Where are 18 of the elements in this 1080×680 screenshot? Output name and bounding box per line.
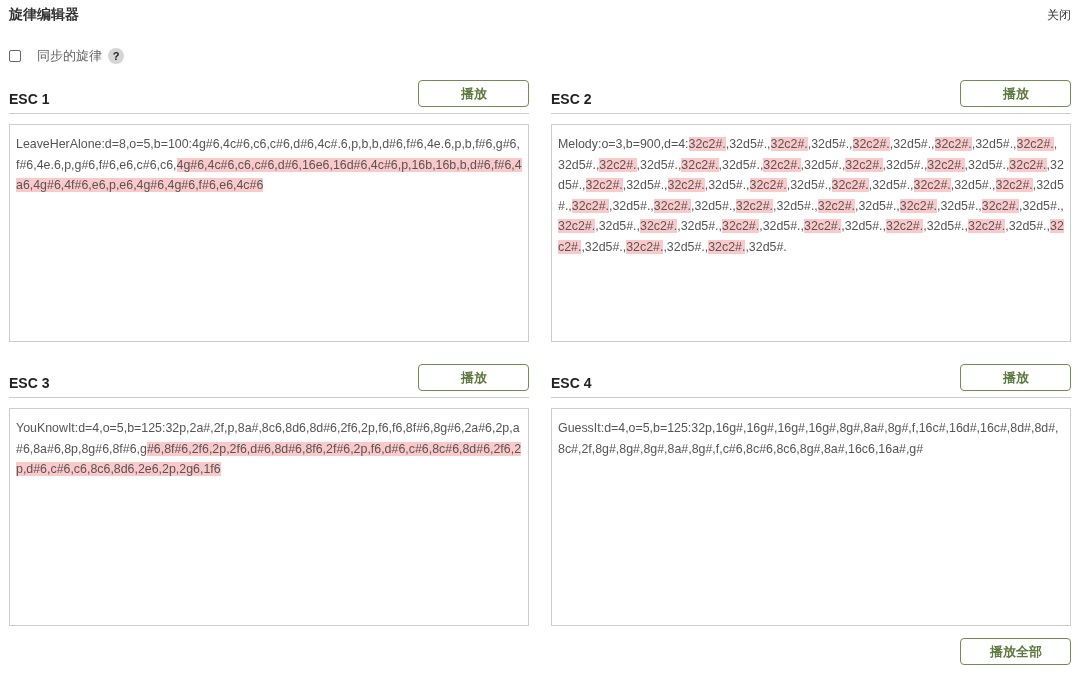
panel-title: ESC 3 [9, 375, 50, 391]
play-button[interactable]: 播放 [960, 364, 1071, 391]
play-button[interactable]: 播放 [418, 364, 529, 391]
panel-title: ESC 1 [9, 91, 50, 107]
help-icon[interactable]: ? [108, 48, 124, 64]
window-title: 旋律编辑器 [9, 6, 79, 24]
panel-title: ESC 2 [551, 91, 592, 107]
close-link[interactable]: 关闭 [1047, 6, 1071, 24]
sync-label: 同步的旋律 [37, 47, 102, 65]
play-button[interactable]: 播放 [418, 80, 529, 107]
play-button[interactable]: 播放 [960, 80, 1071, 107]
melody-field[interactable]: Melody:o=3,b=900,d=4:32c2#.,32d5#.,32c2#.,32d5#.,32c2#.,32d5#.,32c2#.,32d5#.,32c2#.,32d5#.,32c2#.,32d5#.,32c2#.,32d5#.,32c2#.,32d5#.,32c2#.,32d5#.,32c2#.,32d5#.,32c2#.,32d5#.,32c2#.,32d5#.,32c2#.,32d5#.,32c2#.,32d5#.,32c2#.,32d5#.,32c2#.,32d5#.,32c2#.,32d5#.,32c2#.,32d5#.,32c2#.,32d5#.,32c2#.,32d5#.,32c2#.,32d5#.,32c2#.,32d5#.,32c2#.,32d5#., 32c2#.,32d5#.,32c2#.,32d5#.,32c2#.,32d5#.,32c2#.,32d5#.,32c2#.,32d5#.,32c2#.,32d5#.,32c2#.,32d5#.,32c2#.,32d5#.,32c2#.,32d5#. [551, 124, 1071, 342]
melody-field[interactable]: LeaveHerAlone:d=8,o=5,b=100:4g#6,4c#6,c6,c#6,d#6,4c#.6,p,b,b,d#6,f#6,4e.6,p,b,f#6,g#6,f#6,4e.6,p,g#6,f#6,e6,c#6,c6,4g#6,4c#6,c6,c#6,d#6,16e6,16d#6,4c#6,p,16b,16b,b,d#6,f#6,4a6,4g#6,4f#6,e6,p,e6,4g#6,4g#6,f#6,e6,4c#6 [9, 124, 529, 342]
melody-field[interactable]: YouKnowIt:d=4,o=5,b=125:32p,2a#,2f,p,8a#,8c6,8d6,8d#6,2f6,2p,f6,f6,8f#6,8g#6,2a#6,2p,a#6,8a#6,8p,8g#6,8f#6,g#6,8f#6,2f6,2p,2f6,d#6,8d#6,8f6,2f#6,2p,f6,d#6,c#6,8c#6,8d#6,2f6,2p,d#6,c#6,c6,8c6,8d6,2e6,2p,2g6,1f6 [9, 408, 529, 626]
sync-checkbox[interactable] [9, 50, 21, 62]
play-all-button[interactable]: 播放全部 [960, 638, 1071, 665]
melody-field[interactable]: GuessIt:d=4,o=5,b=125:32p,16g#,16g#,16g#,16g#,8g#,8a#,8g#,f,16c#,16d#,16c#,8d#,8d#,8c#,2f,8g#,8g#,8g#,8a#,8g#,f,c#6,8c#6,8c6,8g#,8a#,16c6,16a#,g# [551, 408, 1071, 626]
panel-title: ESC 4 [551, 375, 592, 391]
